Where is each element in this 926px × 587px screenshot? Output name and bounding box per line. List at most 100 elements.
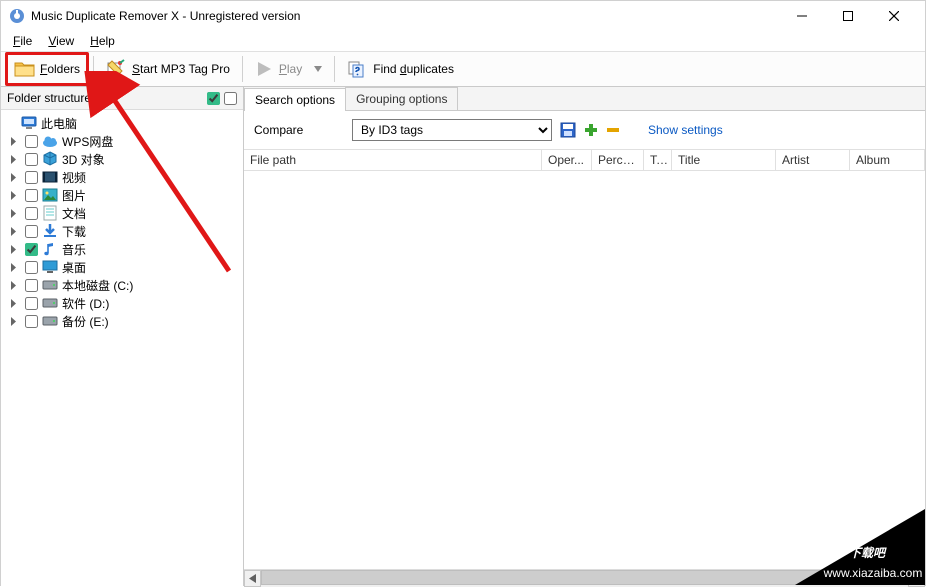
start-mp3-tag-pro-button[interactable]: Start MP3 Tag Pro: [98, 54, 238, 84]
tree-item-checkbox[interactable]: [25, 297, 38, 310]
folder-tree-pane: Folder structure 此电脑 WPS网盘3D 对象视频图片文档下载音…: [1, 87, 244, 586]
find-duplicates-icon: [347, 59, 367, 79]
scrollbar-track[interactable]: [261, 570, 908, 587]
tree-item-label: 软件 (D:): [62, 295, 109, 312]
tree-item[interactable]: 下载: [3, 222, 241, 240]
tree-root[interactable]: 此电脑: [3, 114, 241, 132]
toolbar-separator: [93, 56, 94, 82]
doc-icon: [42, 205, 58, 221]
maximize-button[interactable]: [825, 1, 871, 31]
tree-item-checkbox[interactable]: [25, 225, 38, 238]
tree-item[interactable]: 软件 (D:): [3, 294, 241, 312]
scroll-right-icon[interactable]: [908, 570, 925, 587]
col-operation[interactable]: Oper...: [542, 150, 592, 170]
folder-structure-label: Folder structure: [7, 91, 91, 105]
tree-root-label: 此电脑: [41, 115, 77, 132]
folders-label: Folders: [40, 62, 80, 76]
folders-button[interactable]: Folders: [5, 52, 89, 86]
tree-item-checkbox[interactable]: [25, 243, 38, 256]
tree-item-checkbox[interactable]: [25, 315, 38, 328]
col-title[interactable]: Title: [672, 150, 776, 170]
scrollbar-thumb[interactable]: [261, 570, 843, 585]
tree-item-checkbox[interactable]: [25, 171, 38, 184]
tab-search-options[interactable]: Search options: [244, 88, 346, 111]
cloud-icon: [42, 133, 58, 149]
expand-icon[interactable]: [9, 137, 21, 146]
col-album[interactable]: Album: [850, 150, 925, 170]
start-mp3-tag-pro-label: Start MP3 Tag Pro: [132, 62, 230, 76]
select-none-checkbox[interactable]: [224, 92, 237, 105]
tree-item-checkbox[interactable]: [25, 153, 38, 166]
compare-select[interactable]: By ID3 tags: [352, 119, 552, 141]
folder-icon: [14, 60, 36, 78]
tree-item[interactable]: 本地磁盘 (C:): [3, 276, 241, 294]
expand-icon[interactable]: [9, 227, 21, 236]
results-grid[interactable]: [244, 171, 925, 569]
toolbar: Folders Start MP3 Tag Pro Play Find dupl…: [1, 51, 925, 87]
tree-item-checkbox[interactable]: [25, 207, 38, 220]
tree-item[interactable]: 图片: [3, 186, 241, 204]
col-artist[interactable]: Artist: [776, 150, 850, 170]
tree-item-checkbox[interactable]: [25, 135, 38, 148]
expand-icon[interactable]: [9, 245, 21, 254]
remove-icon[interactable]: [606, 123, 620, 137]
toolbar-separator: [334, 56, 335, 82]
folder-structure-header: Folder structure: [1, 87, 243, 110]
expand-icon[interactable]: [9, 263, 21, 272]
scroll-left-icon[interactable]: [244, 570, 261, 587]
results-pane: Search options Grouping options Compare …: [244, 87, 925, 586]
col-filepath[interactable]: File path: [244, 150, 542, 170]
show-settings-link[interactable]: Show settings: [648, 123, 723, 137]
folder-tree[interactable]: 此电脑 WPS网盘3D 对象视频图片文档下载音乐桌面本地磁盘 (C:)软件 (D…: [1, 110, 243, 586]
menu-help[interactable]: Help: [84, 32, 121, 50]
tree-item[interactable]: 桌面: [3, 258, 241, 276]
expand-icon[interactable]: [9, 191, 21, 200]
close-button[interactable]: [871, 1, 917, 31]
minimize-button[interactable]: [779, 1, 825, 31]
tree-item-label: 图片: [62, 187, 86, 204]
add-icon[interactable]: [584, 123, 598, 137]
main-panel: Folder structure 此电脑 WPS网盘3D 对象视频图片文档下载音…: [1, 87, 925, 586]
tree-item-label: 文档: [62, 205, 86, 222]
tree-item[interactable]: 音乐: [3, 240, 241, 258]
play-icon: [255, 60, 273, 78]
col-t[interactable]: T...: [644, 150, 672, 170]
titlebar: Music Duplicate Remover X - Unregistered…: [1, 1, 925, 31]
expand-icon[interactable]: [9, 155, 21, 164]
toolbar-separator: [242, 56, 243, 82]
play-button[interactable]: Play: [247, 54, 330, 84]
expand-icon[interactable]: [9, 317, 21, 326]
horizontal-scrollbar[interactable]: [244, 569, 925, 586]
compare-row: Compare By ID3 tags Show settings: [244, 111, 925, 149]
drive-icon: [42, 277, 58, 293]
menubar: File View Help: [1, 31, 925, 51]
tree-item[interactable]: 3D 对象: [3, 150, 241, 168]
menu-file[interactable]: File: [7, 32, 38, 50]
tree-item-checkbox[interactable]: [25, 189, 38, 202]
expand-icon[interactable]: [9, 299, 21, 308]
music-icon: [42, 241, 58, 257]
col-percent[interactable]: Percent: [592, 150, 644, 170]
tree-item-checkbox[interactable]: [25, 261, 38, 274]
tree-item[interactable]: 文档: [3, 204, 241, 222]
tree-item-checkbox[interactable]: [25, 279, 38, 292]
select-all-checkbox[interactable]: [207, 92, 220, 105]
tree-item-label: WPS网盘: [62, 133, 113, 150]
tab-grouping-options[interactable]: Grouping options: [345, 87, 458, 110]
tree-item-label: 桌面: [62, 259, 86, 276]
save-icon[interactable]: [560, 122, 576, 138]
expand-icon[interactable]: [9, 173, 21, 182]
tree-item-label: 音乐: [62, 241, 86, 258]
find-duplicates-button[interactable]: Find duplicates: [339, 54, 462, 84]
drive-icon: [42, 295, 58, 311]
tree-item[interactable]: 备份 (E:): [3, 312, 241, 330]
app-icon: [9, 8, 25, 24]
tree-item[interactable]: WPS网盘: [3, 132, 241, 150]
expand-icon[interactable]: [9, 281, 21, 290]
tree-item[interactable]: 视频: [3, 168, 241, 186]
play-label: Play: [279, 62, 302, 76]
options-tabs: Search options Grouping options: [244, 87, 925, 111]
menu-view[interactable]: View: [42, 32, 80, 50]
expand-icon[interactable]: [9, 209, 21, 218]
picture-icon: [42, 187, 58, 203]
